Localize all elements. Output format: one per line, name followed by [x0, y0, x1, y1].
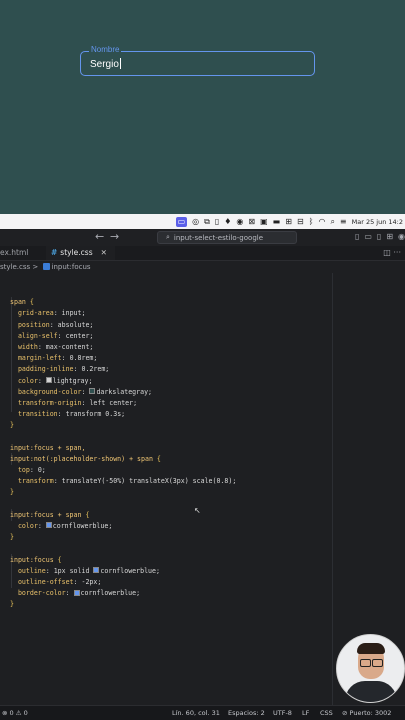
- breadcrumb: style.css > input:focus: [0, 261, 405, 273]
- copy-icon[interactable]: ⧉: [204, 217, 210, 227]
- browser-preview: Nombre Sergio: [0, 0, 405, 214]
- code-line[interactable]: outline-offset: -2px;: [10, 577, 236, 588]
- glasses-left: [360, 659, 371, 667]
- search-icon[interactable]: ⌕: [330, 217, 334, 227]
- screen-record-icon[interactable]: ▭: [175, 216, 188, 227]
- battery-icon[interactable]: ▯: [215, 217, 219, 227]
- mouse-pointer-icon: ↖: [194, 506, 201, 515]
- code-line[interactable]: grid-area: input;: [10, 308, 236, 319]
- code-line[interactable]: color: cornflowerblue;: [10, 521, 236, 532]
- code-line[interactable]: padding-inline: 0.2rem;: [10, 364, 236, 375]
- customize-layout-icon[interactable]: ⊞: [386, 232, 393, 241]
- macos-menubar: ▭ ◎ ⧉ ▯ ♦ ◉ ⊠ ▣ ▬ ⊞ ⊟ ᛒ ◠ ⌕ ≡ Mar 25 jun…: [0, 214, 405, 229]
- bluetooth-icon[interactable]: ᛒ: [309, 217, 314, 227]
- color-swatch[interactable]: [89, 388, 96, 395]
- color-swatch[interactable]: [45, 377, 52, 383]
- app-icon-2[interactable]: ▣: [260, 217, 268, 227]
- code-line[interactable]: }: [10, 532, 236, 543]
- glasses-right: [372, 659, 383, 667]
- close-icon[interactable]: ✕: [101, 248, 107, 257]
- control-center-icon[interactable]: ≡: [340, 217, 347, 227]
- editor-titlebar: ← → ⌕ input-select-estilo-google ▯ ▭ ▯ ⊞…: [0, 229, 405, 246]
- code-editor[interactable]: span { grid-area: input; position: absol…: [0, 273, 405, 705]
- name-field-label: Nombre: [89, 45, 122, 55]
- problems-indicator[interactable]: ⊗ 0 ⚠ 0: [2, 706, 28, 720]
- code-line[interactable]: transition: transform 0.3s;: [10, 409, 236, 420]
- end-of-line[interactable]: LF: [302, 706, 309, 720]
- statusbar: ⊗ 0 ⚠ 0 Lín. 60, col. 31 Espacios: 2 UTF…: [0, 705, 405, 720]
- language-mode[interactable]: CSS: [320, 706, 333, 720]
- flame-icon[interactable]: ♦: [224, 217, 231, 227]
- minimap-divider: [332, 273, 333, 705]
- code-line[interactable]: }: [10, 599, 236, 610]
- breadcrumb-symbol[interactable]: input:focus: [52, 263, 91, 271]
- code-line[interactable]: input:focus {: [10, 555, 236, 566]
- code-line[interactable]: margin-left: 0.8rem;: [10, 353, 236, 364]
- indentation[interactable]: Espacios: 2: [228, 706, 265, 720]
- code-line[interactable]: input:focus + span {: [10, 510, 236, 521]
- toggle-primary-sidebar-icon[interactable]: ▯: [355, 232, 359, 241]
- code-line[interactable]: transform: translateY(-50%) translateX(3…: [10, 476, 236, 487]
- code-line[interactable]: [10, 499, 236, 510]
- code-line[interactable]: span {: [10, 297, 236, 308]
- tab-index-html[interactable]: ex.html: [0, 246, 50, 260]
- code-line[interactable]: [10, 543, 236, 554]
- split-editor-icon[interactable]: ◫ ···: [383, 248, 401, 257]
- search-icon: ⌕: [166, 233, 170, 241]
- layers-icon[interactable]: ◎: [192, 217, 199, 227]
- cursor-position[interactable]: Lín. 60, col. 31: [172, 706, 220, 720]
- window-icon[interactable]: ▬: [273, 217, 281, 227]
- link-icon[interactable]: ⊟: [297, 217, 304, 227]
- color-swatch[interactable]: [45, 522, 52, 529]
- code-line[interactable]: transform-origin: left center;: [10, 398, 236, 409]
- code-line[interactable]: background-color: darkslategray;: [10, 387, 236, 398]
- code-line[interactable]: }: [10, 420, 236, 431]
- toggle-panel-icon[interactable]: ▭: [364, 232, 372, 241]
- toggle-secondary-sidebar-icon[interactable]: ▯: [377, 232, 381, 241]
- code-line[interactable]: color: lightgray;: [10, 376, 236, 387]
- code-line[interactable]: [10, 431, 236, 442]
- layout-controls: ▯ ▭ ▯ ⊞ ◉: [355, 232, 405, 241]
- code-line[interactable]: align-self: center;: [10, 331, 236, 342]
- name-input-field[interactable]: Nombre Sergio: [80, 45, 315, 76]
- encoding[interactable]: UTF-8: [273, 706, 292, 720]
- live-server-port[interactable]: ⊘ Puerto: 3002: [342, 706, 391, 720]
- color-swatch[interactable]: [93, 567, 100, 574]
- symbol-icon: [42, 263, 50, 270]
- tab-style-css[interactable]: # style.css ✕: [46, 246, 115, 260]
- text-caret: [119, 58, 121, 69]
- accounts-icon[interactable]: ◉: [398, 232, 405, 241]
- code-line[interactable]: input:not(:placeholder-shown) + span {: [10, 454, 236, 465]
- name-field-value[interactable]: Sergio: [90, 58, 121, 71]
- workspace-name: input-select-estilo-google: [173, 233, 264, 242]
- app-icon[interactable]: ◉: [236, 217, 243, 227]
- code-line[interactable]: width: max-content;: [10, 342, 236, 353]
- color-swatch[interactable]: [73, 589, 80, 596]
- code-line[interactable]: input:focus + span,: [10, 443, 236, 454]
- breadcrumb-separator: >: [32, 263, 39, 271]
- breadcrumb-file[interactable]: style.css: [0, 263, 30, 271]
- editor-tabbar: ex.html # style.css ✕ ◫ ···: [0, 246, 405, 261]
- back-arrow-icon[interactable]: ←: [95, 230, 104, 243]
- avatar-hair: [357, 643, 385, 654]
- graph-icon[interactable]: ⊞: [285, 217, 292, 227]
- grid-icon[interactable]: ⊠: [248, 217, 255, 227]
- code-line[interactable]: }: [10, 487, 236, 498]
- css-file-icon: #: [51, 248, 58, 257]
- forward-arrow-icon[interactable]: →: [110, 230, 119, 243]
- menubar-datetime[interactable]: Mar 25 jun 14:2: [352, 218, 403, 226]
- wifi-icon[interactable]: ◠: [318, 217, 325, 227]
- webcam-avatar: [336, 634, 405, 703]
- avatar-body: [345, 681, 397, 702]
- code-line[interactable]: position: absolute;: [10, 320, 236, 331]
- command-center-search[interactable]: ⌕ input-select-estilo-google: [157, 231, 297, 244]
- code-line[interactable]: top: 0;: [10, 465, 236, 476]
- code-line[interactable]: outline: 1px solid cornflowerblue;: [10, 566, 236, 577]
- code-line[interactable]: border-color: cornflowerblue;: [10, 588, 236, 599]
- code-line[interactable]: [10, 286, 236, 297]
- code-content[interactable]: span { grid-area: input; position: absol…: [10, 286, 236, 610]
